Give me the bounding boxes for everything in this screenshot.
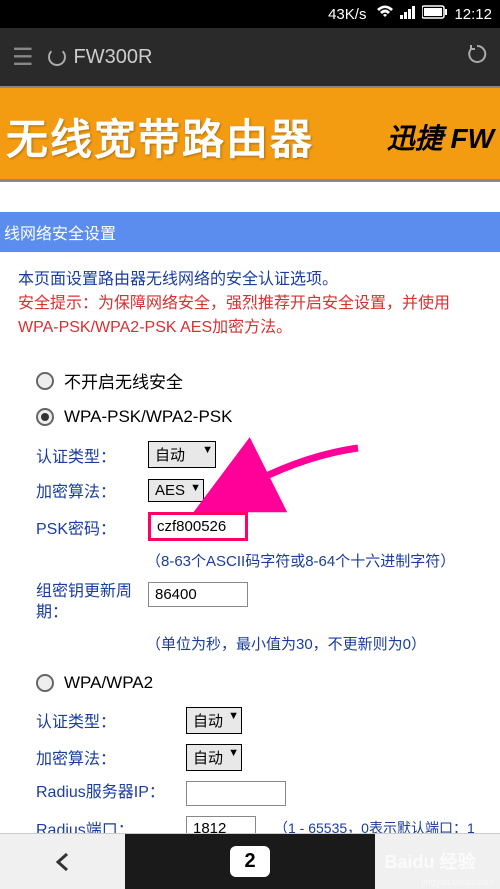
loading-spinner-icon (48, 48, 66, 66)
tab-count: 2 (230, 846, 269, 877)
back-button[interactable] (0, 834, 125, 889)
watermark-url: jingyan.baidu.com (421, 877, 494, 887)
bottom-nav: 2 Baidu 经验 jingyan.baidu.com (0, 833, 500, 889)
settings-form: 不开启无线安全 WPA-PSK/WPA2-PSK 认证类型： 自动 加密算法： … (0, 344, 500, 861)
browser-bar: ☰ FW300R (0, 28, 500, 86)
input-psk-password[interactable] (148, 512, 248, 541)
radio-no-security[interactable]: 不开启无线安全 (36, 368, 482, 393)
signal-icon (400, 5, 416, 23)
row-enc-alg: 加密算法： AES (36, 478, 482, 502)
content: 线网络安全设置 本页面设置路由器无线网络的安全认证选项。 安全提示：为保障网络安… (0, 182, 500, 861)
tab-switcher[interactable]: 2 (125, 834, 375, 889)
radio-wpa[interactable]: WPA/WPA2 (36, 673, 482, 693)
battery-icon (422, 5, 448, 23)
network-speed: 43K/s (328, 6, 366, 23)
status-bar: 43K/s 12:12 (0, 0, 500, 28)
row-psk-password: PSK密码： (36, 512, 482, 541)
label-wpa-auth-type: 认证类型： (36, 708, 176, 732)
intro-text: 本页面设置路由器无线网络的安全认证选项。 (18, 268, 482, 292)
reload-icon[interactable] (466, 43, 488, 72)
label-enc-alg: 加密算法： (36, 478, 138, 502)
label-wpa-enc-alg: 加密算法： (36, 745, 176, 769)
label-group-key: 组密钥更新周期： (36, 582, 138, 624)
banner-brand: 迅捷 FW (387, 117, 494, 157)
row-auth-type: 认证类型： 自动 (36, 441, 482, 468)
radio-icon[interactable] (36, 408, 54, 426)
row-wpa-auth-type: 认证类型： 自动 (36, 707, 482, 734)
wifi-icon (376, 5, 394, 23)
hint-group-key: （单位为秒，最小值为30，不更新则为0） (146, 634, 482, 655)
description: 本页面设置路由器无线网络的安全认证选项。 安全提示：为保障网络安全，强烈推荐开启… (0, 252, 500, 344)
nav-right[interactable]: Baidu 经验 jingyan.baidu.com (375, 834, 500, 889)
input-group-key[interactable] (148, 582, 248, 607)
select-auth-type[interactable]: 自动 (148, 441, 216, 468)
row-group-key: 组密钥更新周期： (36, 582, 482, 624)
section-header: 线网络安全设置 (0, 212, 500, 252)
status-time: 12:12 (454, 6, 492, 23)
radio-label: WPA-PSK/WPA2-PSK (64, 407, 232, 427)
label-radius-ip: Radius服务器IP： (36, 783, 176, 804)
row-radius-ip: Radius服务器IP： (36, 781, 482, 806)
hint-psk: （8-63个ASCII码字符或8-64个十六进制字符） (146, 551, 482, 572)
input-radius-ip[interactable] (186, 781, 286, 806)
label-auth-type: 认证类型： (36, 443, 138, 467)
radio-label: 不开启无线安全 (64, 368, 183, 393)
watermark: Baidu 经验 jingyan.baidu.com (360, 833, 500, 889)
menu-icon[interactable]: ☰ (12, 43, 34, 72)
label-psk-password: PSK密码： (36, 515, 138, 539)
radio-icon[interactable] (36, 372, 54, 390)
select-wpa-auth-type[interactable]: 自动 (186, 707, 242, 734)
select-wpa-enc-alg[interactable]: 自动 (186, 744, 242, 771)
radio-label: WPA/WPA2 (64, 673, 153, 693)
url-bar[interactable]: FW300R (48, 46, 452, 69)
radio-wpa-psk[interactable]: WPA-PSK/WPA2-PSK (36, 407, 482, 427)
watermark-text: Baidu 经验 (384, 848, 475, 874)
row-wpa-enc-alg: 加密算法： 自动 (36, 744, 482, 771)
url-text: FW300R (74, 46, 153, 69)
page-banner: 无线宽带路由器 迅捷 FW (0, 86, 500, 182)
radio-icon[interactable] (36, 674, 54, 692)
security-warning: 安全提示：为保障网络安全，强烈推荐开启安全设置，并使用WPA-PSK/WPA2-… (18, 292, 482, 340)
banner-title: 无线宽带路由器 (6, 106, 387, 167)
select-enc-alg[interactable]: AES (148, 479, 204, 502)
